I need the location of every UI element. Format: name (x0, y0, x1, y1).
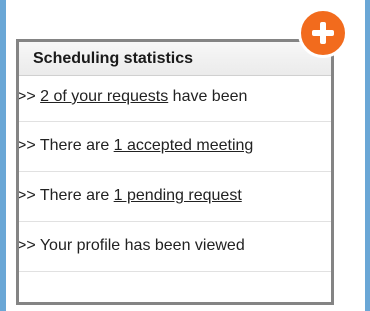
list-item-pending-requests: >> There are 1 pending request (17, 172, 331, 222)
accepted-meetings-link[interactable]: 1 accepted meeting (114, 137, 254, 154)
row-prefix: >> Your profile has been viewed (17, 237, 245, 254)
panel-title: Scheduling statistics (19, 42, 331, 76)
list-item-requests: >> 2 of your requests have been (17, 76, 331, 122)
requests-link[interactable]: 2 of your requests (40, 88, 168, 105)
page: Scheduling statistics >> 2 of your reque… (0, 0, 370, 311)
row-prefix: >> (17, 88, 41, 105)
plus-icon (320, 22, 326, 44)
scheduling-statistics-panel: Scheduling statistics >> 2 of your reque… (16, 39, 334, 305)
pending-requests-link[interactable]: 1 pending request (114, 187, 242, 204)
row-prefix: >> There are (17, 137, 114, 154)
row-prefix: >> There are (17, 187, 114, 204)
row-suffix: have been (168, 88, 248, 105)
add-button[interactable] (298, 8, 348, 58)
list-item-accepted-meetings: >> There are 1 accepted meeting (17, 122, 331, 172)
list-item-profile-views: >> Your profile has been viewed (17, 222, 331, 272)
statistics-list: >> 2 of your requests have been >> There… (19, 76, 331, 272)
